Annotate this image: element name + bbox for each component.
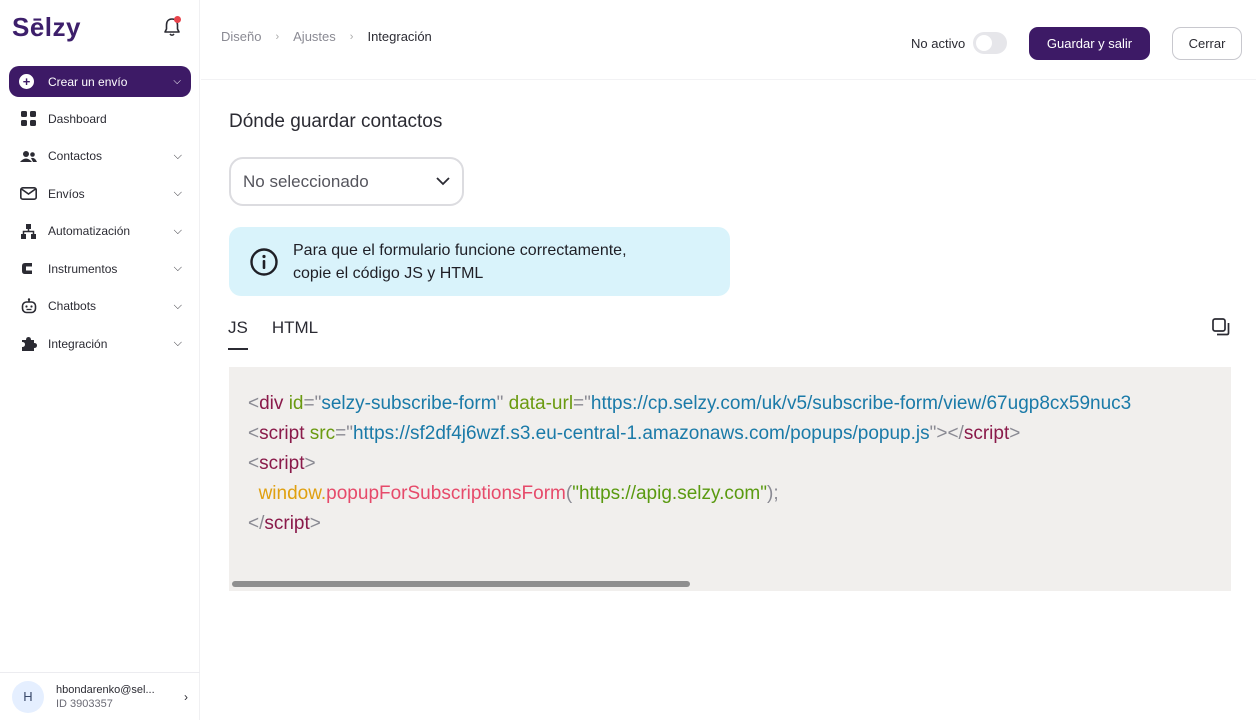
code-line-1: <div id="selzy-subscribe-form" data-url=…: [248, 393, 1132, 414]
sidebar-nav: Dashboard Contactos ⌵ Envíos ⌵ Automatiz…: [0, 100, 200, 363]
sidebar-item-label: Dashboard: [48, 111, 107, 126]
chevron-right-icon: ›: [275, 30, 280, 43]
notification-dot: [174, 16, 181, 23]
chevron-right-icon: ›: [349, 30, 354, 43]
sidebar-item-integration[interactable]: Integración ⌵: [0, 325, 200, 363]
horizontal-scrollbar[interactable]: [232, 581, 690, 587]
sidebar-item-chatbots[interactable]: Chatbots ⌵: [0, 288, 200, 326]
code-tabs: JS HTML: [228, 318, 342, 350]
puzzle-icon: [20, 335, 37, 352]
breadcrumb: Diseño › Ajustes › Integración: [221, 29, 432, 44]
chevron-down-icon: ⌵: [173, 262, 182, 275]
sidebar-item-label: Chatbots: [48, 299, 97, 314]
active-toggle[interactable]: [973, 32, 1007, 54]
sidebar: Sēlzy + Crear un envío ⌵ Dashboard Conta…: [0, 0, 200, 720]
info-line-1: Para que el formulario funcione correcta…: [293, 241, 627, 259]
chevron-down-icon: ⌵: [173, 149, 182, 162]
code-line-2: <script src="https://sf2df4j6wzf.s3.eu-c…: [248, 423, 1021, 444]
top-bar: Diseño › Ajustes › Integración No activo…: [201, 0, 1256, 80]
chevron-down-icon: [436, 177, 450, 186]
tab-html[interactable]: HTML: [272, 318, 318, 350]
info-banner: Para que el formulario funcione correcta…: [229, 227, 730, 296]
sidebar-item-label: Automatización: [48, 224, 131, 239]
user-email: hbondarenko@sel...: [56, 683, 155, 696]
create-campaign-label: Crear un envío: [48, 74, 128, 89]
code-content: <div id="selzy-subscribe-form" data-url=…: [248, 389, 1131, 539]
sidebar-item-contacts[interactable]: Contactos ⌵: [0, 138, 200, 176]
sidebar-item-campaigns[interactable]: Envíos ⌵: [0, 175, 200, 213]
automation-icon: [20, 223, 37, 240]
breadcrumb-design[interactable]: Diseño: [221, 29, 261, 44]
contacts-icon: [20, 148, 37, 165]
select-value: No seleccionado: [243, 171, 369, 191]
chevron-right-icon: ›: [184, 689, 188, 704]
close-button[interactable]: Cerrar: [1172, 27, 1242, 60]
dashboard-icon: [20, 110, 37, 127]
code-line-4: window.popupForSubscriptionsForm("https:…: [258, 483, 779, 504]
user-id: ID 3903357: [56, 697, 113, 710]
breadcrumb-integration: Integración: [367, 29, 432, 44]
code-line-3: <script>: [248, 453, 316, 474]
code-line-5: </script>: [248, 513, 321, 534]
selzy-logo[interactable]: Sēlzy: [12, 12, 81, 43]
create-campaign-button[interactable]: + Crear un envío ⌵: [9, 66, 191, 97]
sidebar-item-automation[interactable]: Automatización ⌵: [0, 213, 200, 251]
tools-icon: [20, 260, 37, 277]
avatar: H: [12, 680, 44, 713]
toggle-knob: [976, 35, 992, 51]
breadcrumb-settings[interactable]: Ajustes: [293, 29, 336, 44]
user-info: hbondarenko@sel... ID 3903357: [56, 683, 155, 711]
sidebar-item-label: Integración: [48, 336, 108, 351]
plus-icon: +: [19, 74, 34, 89]
save-and-exit-button[interactable]: Guardar y salir: [1029, 27, 1150, 60]
copy-icon[interactable]: [1212, 318, 1230, 336]
user-account[interactable]: H hbondarenko@sel... ID 3903357 ›: [0, 672, 200, 720]
chevron-down-icon: ⌵: [173, 76, 181, 87]
info-text: Para que el formulario funcione correcta…: [293, 239, 627, 285]
sidebar-item-dashboard[interactable]: Dashboard: [0, 100, 200, 138]
sidebar-item-label: Envíos: [48, 186, 85, 201]
chevron-down-icon: ⌵: [173, 299, 182, 312]
contact-list-select[interactable]: No seleccionado: [229, 157, 464, 206]
chevron-down-icon: ⌵: [173, 224, 182, 237]
chevron-down-icon: ⌵: [173, 187, 182, 200]
status-label: No activo: [911, 36, 966, 51]
code-block[interactable]: <div id="selzy-subscribe-form" data-url=…: [229, 367, 1231, 591]
chevron-down-icon: ⌵: [173, 337, 182, 350]
mail-icon: [20, 185, 37, 202]
tab-js[interactable]: JS: [228, 318, 248, 350]
sidebar-item-label: Contactos: [48, 149, 103, 164]
chatbot-icon: [20, 298, 37, 315]
page-title: Dónde guardar contactos: [229, 111, 443, 132]
info-icon: [250, 247, 278, 276]
sidebar-item-tools[interactable]: Instrumentos ⌵: [0, 250, 200, 288]
info-line-2: copie el código JS y HTML: [293, 264, 484, 282]
sidebar-item-label: Instrumentos: [48, 261, 118, 276]
